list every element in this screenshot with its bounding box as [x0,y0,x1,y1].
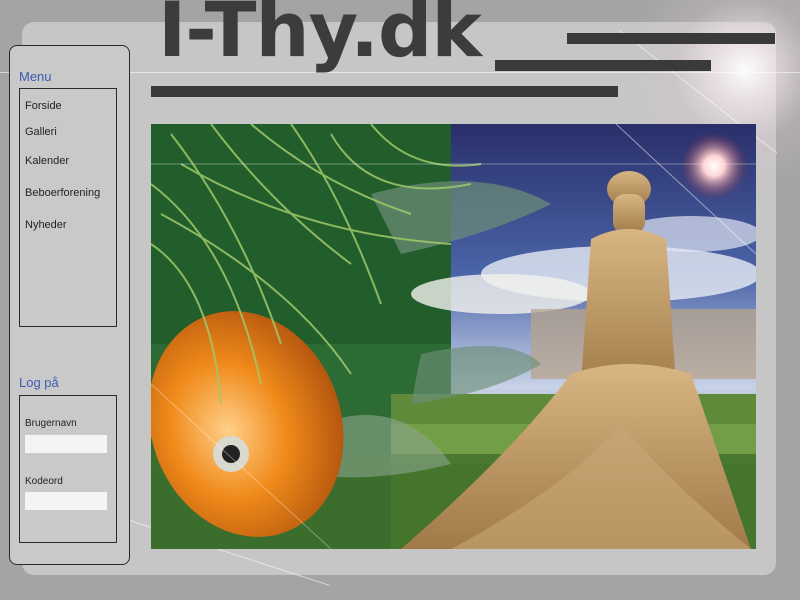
username-label: Brugernavn [25,418,77,429]
hero-collage-image [151,124,756,549]
menu-title: Menu [19,69,52,84]
login-form: Brugernavn Kodeord [19,395,117,543]
site-logo[interactable]: I-Thy.dk [158,0,482,68]
header-decor-bar [151,86,618,97]
login-title: Log på [19,375,59,390]
menu-nav: Forside Galleri Kalender Beboerforening … [19,88,117,327]
username-field[interactable] [25,435,107,453]
header-decor-bar [567,33,775,44]
password-label: Kodeord [25,476,63,487]
password-field[interactable] [25,492,107,510]
menu-item-galleri[interactable]: Galleri [25,126,57,138]
menu-item-kalender[interactable]: Kalender [25,155,69,167]
header-decor-bar [495,60,711,71]
menu-item-forside[interactable]: Forside [25,100,62,112]
menu-item-beboerforening[interactable]: Beboerforening [25,187,100,199]
menu-item-nyheder[interactable]: Nyheder [25,219,67,231]
